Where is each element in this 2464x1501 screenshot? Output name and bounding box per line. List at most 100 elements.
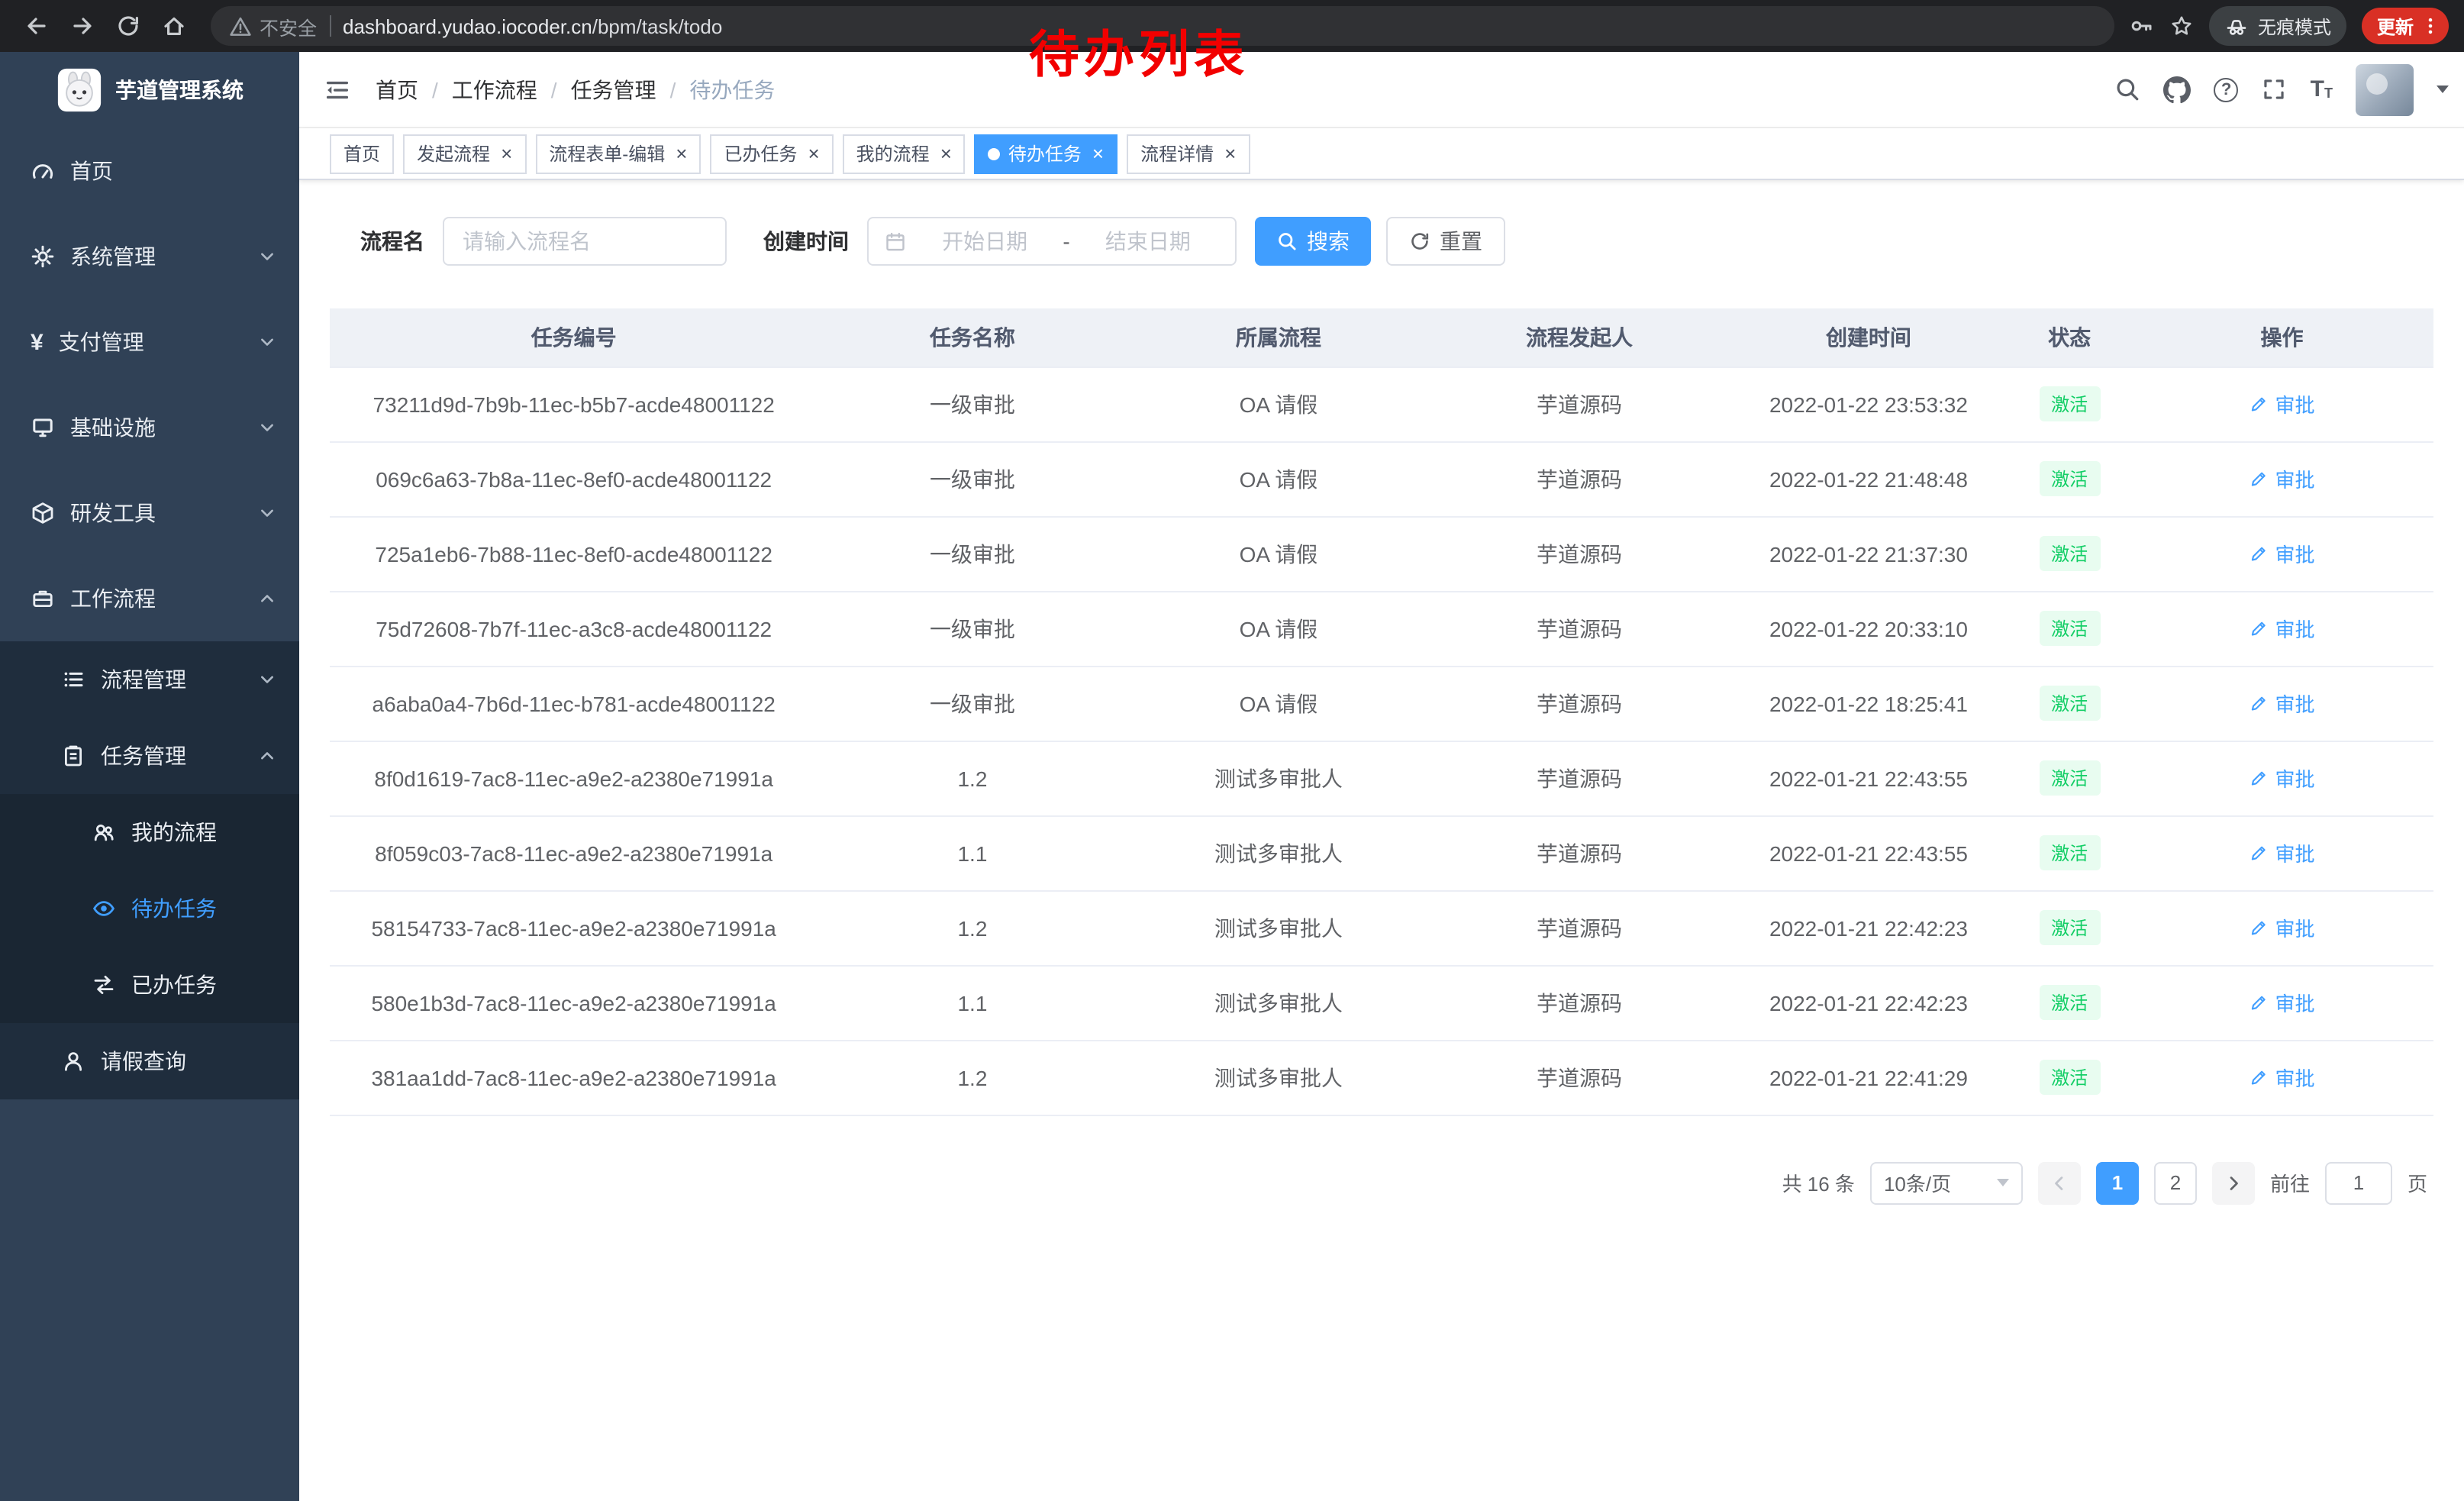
kebab-menu-icon[interactable] xyxy=(2420,15,2441,37)
date-range-picker[interactable]: 开始日期 - 结束日期 xyxy=(867,217,1237,266)
status-badge: 激活 xyxy=(2039,611,2100,646)
col-task-id: 任务编号 xyxy=(330,308,818,366)
col-action: 操作 xyxy=(2130,308,2433,366)
approve-link[interactable]: 审批 xyxy=(2250,614,2315,643)
table-row: 580e1b3d-7ac8-11ec-a9e2-a2380e71991a 1.1… xyxy=(330,965,2433,1040)
calendar-icon xyxy=(884,230,907,253)
approve-link[interactable]: 审批 xyxy=(2250,913,2315,942)
back-icon[interactable] xyxy=(15,5,58,47)
breadcrumb-home[interactable]: 首页 xyxy=(376,74,418,105)
breadcrumb: 首页 / 工作流程 / 任务管理 / 待办任务 xyxy=(376,74,775,105)
close-icon[interactable]: × xyxy=(501,144,512,163)
breadcrumb-current: 待办任务 xyxy=(689,74,775,105)
sidebar-item-leave-query[interactable]: 请假查询 xyxy=(0,1023,299,1099)
tab-todo-tasks[interactable]: 待办任务× xyxy=(975,134,1118,173)
approve-link[interactable]: 审批 xyxy=(2250,389,2315,418)
search-button[interactable]: 搜索 xyxy=(1255,217,1371,266)
sidebar-item-process-management[interactable]: 流程管理 xyxy=(0,641,299,718)
sidebar-item-task-management[interactable]: 任务管理 xyxy=(0,718,299,794)
reset-button[interactable]: 重置 xyxy=(1386,217,1505,266)
close-icon[interactable]: × xyxy=(1092,144,1104,163)
avatar-dropdown-caret-icon[interactable] xyxy=(2437,86,2449,93)
status-badge: 激活 xyxy=(2039,386,2100,421)
approve-link[interactable]: 审批 xyxy=(2250,838,2315,867)
process-name-input[interactable] xyxy=(443,217,727,266)
my-process-icon xyxy=(92,820,116,844)
todo-eye-icon xyxy=(92,896,116,921)
goto-page-input[interactable] xyxy=(2325,1161,2392,1204)
tab-home[interactable]: 首页 xyxy=(330,134,394,173)
status-badge: 激活 xyxy=(2039,536,2100,571)
breadcrumb-task-management[interactable]: 任务管理 xyxy=(571,74,656,105)
tab-start-process[interactable]: 发起流程× xyxy=(403,134,526,173)
status-badge: 激活 xyxy=(2039,686,2100,721)
address-bar[interactable]: 不安全 dashboard.yudao.iocoder.cn/bpm/task/… xyxy=(211,6,2114,46)
url-text: dashboard.yudao.iocoder.cn/bpm/task/todo xyxy=(343,15,722,37)
sidebar-item-home[interactable]: 首页 xyxy=(0,128,299,214)
logo-row[interactable]: 芋道管理系统 xyxy=(0,52,299,128)
sidebar-item-workflow[interactable]: 工作流程 xyxy=(0,556,299,641)
approve-link[interactable]: 审批 xyxy=(2250,988,2315,1017)
sidebar-item-my-process[interactable]: 我的流程 xyxy=(0,794,299,870)
tab-process-detail[interactable]: 流程详情× xyxy=(1127,134,1250,173)
page-number-1[interactable]: 1 xyxy=(2096,1161,2139,1204)
breadcrumb-workflow[interactable]: 工作流程 xyxy=(452,74,537,105)
sidebar-item-todo-tasks[interactable]: 待办任务 xyxy=(0,870,299,947)
font-size-icon[interactable]: TT xyxy=(2311,78,2333,101)
tab-process-form-edit[interactable]: 流程表单-编辑× xyxy=(535,134,701,173)
app-logo xyxy=(56,67,102,113)
sidebar-item-devtools[interactable]: 研发工具 xyxy=(0,470,299,556)
table-row: 069c6a63-7b8a-11ec-8ef0-acde48001122 一级审… xyxy=(330,441,2433,516)
fullscreen-icon[interactable] xyxy=(2262,76,2288,102)
close-icon[interactable]: × xyxy=(1224,144,1236,163)
table-row: 8f0d1619-7ac8-11ec-a9e2-a2380e71991a 1.2… xyxy=(330,741,2433,815)
approve-link[interactable]: 审批 xyxy=(2250,539,2315,568)
close-icon[interactable]: × xyxy=(808,144,819,163)
status-badge: 激活 xyxy=(2039,1060,2100,1095)
forward-icon[interactable] xyxy=(61,5,104,47)
chevron-down-icon xyxy=(256,331,278,353)
divider xyxy=(329,15,331,37)
approve-link[interactable]: 审批 xyxy=(2250,689,2315,718)
page-number-2[interactable]: 2 xyxy=(2154,1161,2197,1204)
prev-page-button[interactable] xyxy=(2038,1161,2081,1204)
approve-link[interactable]: 审批 xyxy=(2250,464,2315,493)
tab-done-tasks[interactable]: 已办任务× xyxy=(710,134,833,173)
page-size-select[interactable]: 10条/页 xyxy=(1870,1161,2023,1204)
sidebar-item-infrastructure[interactable]: 基础设施 xyxy=(0,385,299,470)
reload-icon[interactable] xyxy=(107,5,150,47)
update-button[interactable]: 更新 xyxy=(2362,8,2449,44)
table-row: 58154733-7ac8-11ec-a9e2-a2380e71991a 1.2… xyxy=(330,890,2433,965)
avatar[interactable] xyxy=(2356,63,2414,115)
close-icon[interactable]: × xyxy=(940,144,952,163)
home-icon[interactable] xyxy=(153,5,195,47)
col-process: 所属流程 xyxy=(1127,308,1430,366)
sidebar-item-done-tasks[interactable]: 已办任务 xyxy=(0,947,299,1023)
process-name-label: 流程名 xyxy=(360,226,424,257)
end-date-placeholder: 结束日期 xyxy=(1076,226,1220,257)
chevron-down-icon xyxy=(256,669,278,690)
key-icon[interactable] xyxy=(2130,14,2154,38)
approve-link[interactable]: 审批 xyxy=(2250,1063,2315,1092)
close-icon[interactable]: × xyxy=(676,144,687,163)
help-icon[interactable]: ? xyxy=(2214,77,2239,102)
table-row: 75d72608-7b7f-11ec-a3c8-acde48001122 一级审… xyxy=(330,591,2433,666)
github-icon[interactable] xyxy=(2164,76,2191,103)
security-chip[interactable]: 不安全 xyxy=(229,11,317,40)
app-header: 首页 / 工作流程 / 任务管理 / 待办任务 ? xyxy=(299,52,2464,128)
approve-link[interactable]: 审批 xyxy=(2250,763,2315,792)
gear-icon xyxy=(31,244,55,269)
status-badge: 激活 xyxy=(2039,910,2100,945)
start-date-placeholder: 开始日期 xyxy=(913,226,1056,257)
sidebar-item-payment[interactable]: ¥ 支付管理 xyxy=(0,299,299,385)
search-icon[interactable] xyxy=(2115,76,2141,102)
bookmark-star-icon[interactable] xyxy=(2169,14,2194,38)
col-starter: 流程发起人 xyxy=(1430,308,1728,366)
table-row: 8f059c03-7ac8-11ec-a9e2-a2380e71991a 1.1… xyxy=(330,815,2433,890)
next-page-button[interactable] xyxy=(2212,1161,2255,1204)
sidebar-item-system[interactable]: 系统管理 xyxy=(0,214,299,299)
sidebar-collapse-icon[interactable] xyxy=(299,51,376,128)
chevron-up-icon xyxy=(256,588,278,609)
tab-my-process[interactable]: 我的流程× xyxy=(843,134,966,173)
table-row: a6aba0a4-7b6d-11ec-b781-acde48001122 一级审… xyxy=(330,666,2433,741)
